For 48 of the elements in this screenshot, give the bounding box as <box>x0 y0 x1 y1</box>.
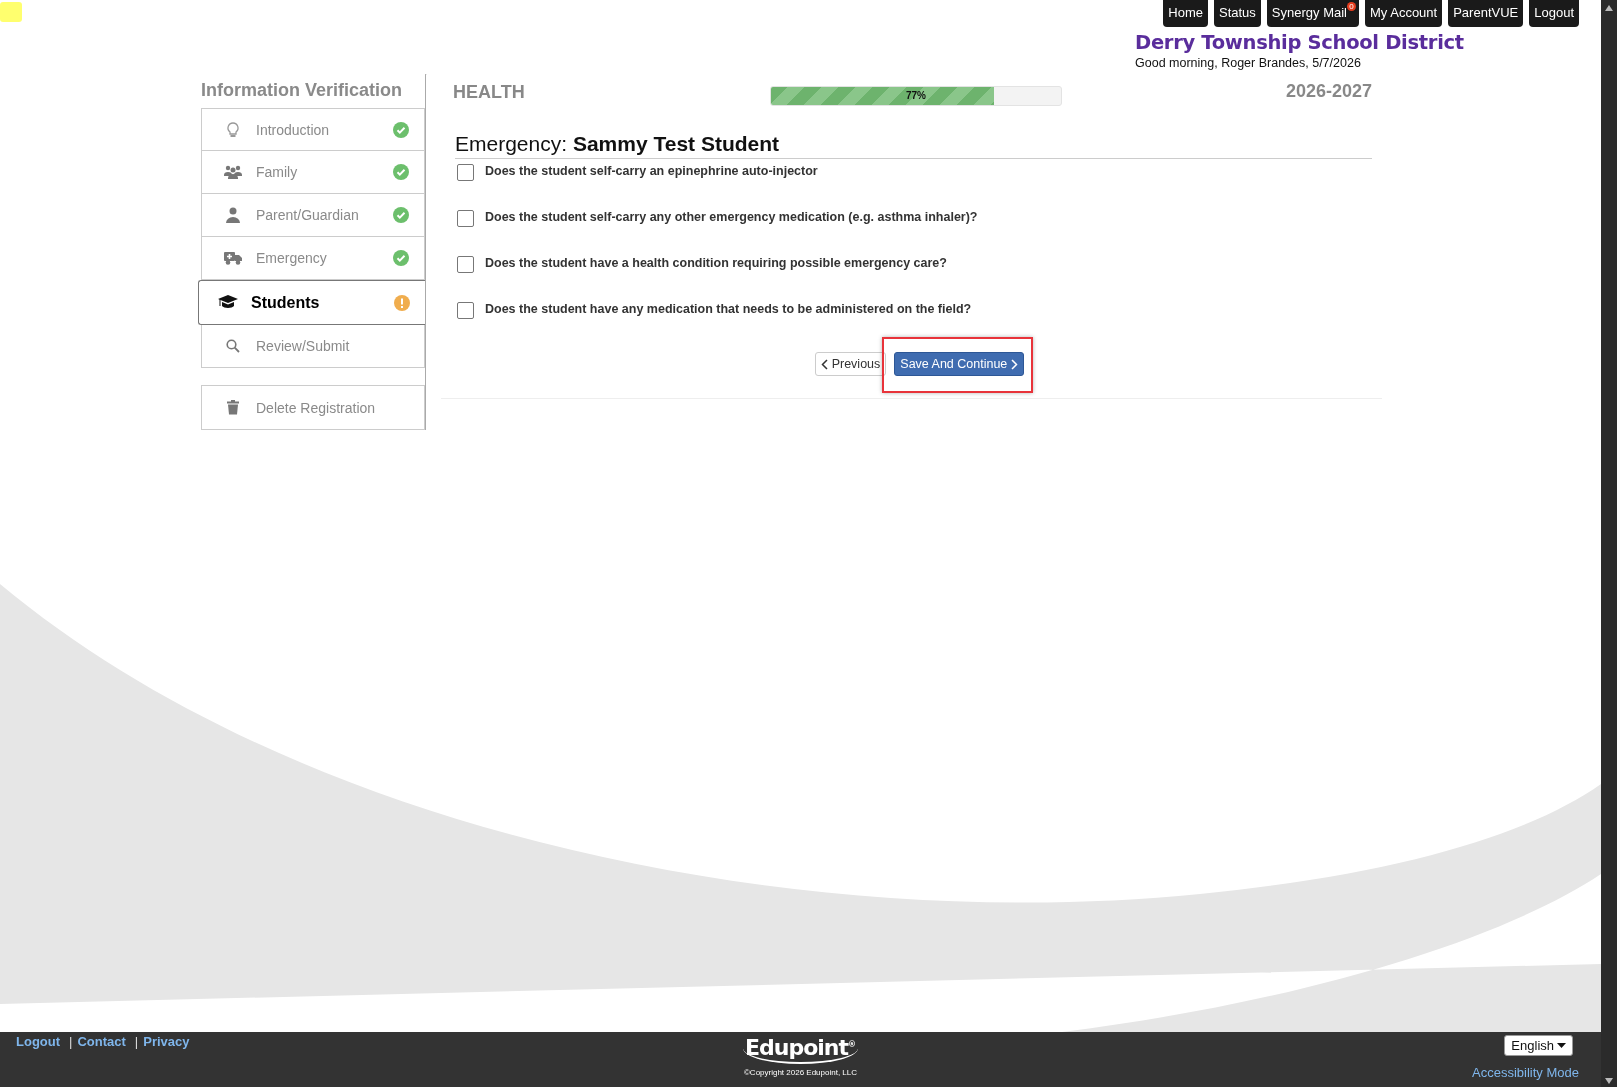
sidebar-item[interactable]: Review/Submit <box>201 325 425 368</box>
footer-link[interactable]: Contact <box>77 1034 126 1049</box>
sidebar-item[interactable]: Emergency <box>201 237 425 280</box>
greeting-text: Good morning, Roger Brandes, 5/7/2026 <box>1135 56 1362 70</box>
checkbox[interactable] <box>457 164 474 181</box>
question-label: Does the student have any medication that needs to be administered on the field? <box>485 301 972 316</box>
sidebar-item[interactable]: Parent/Guardian <box>201 194 425 237</box>
people-icon <box>222 165 244 179</box>
truck-icon <box>222 251 244 265</box>
checkbox[interactable] <box>457 302 474 319</box>
scroll-down-icon[interactable] <box>1604 1077 1614 1085</box>
sidebar-item[interactable]: Students <box>198 280 425 325</box>
chevron-left-icon <box>820 358 828 370</box>
sidebar-title: Information Verification <box>201 80 404 101</box>
progress-label: 77% <box>905 90 927 101</box>
sidebar-item[interactable]: Introduction <box>201 108 425 151</box>
nav-button[interactable]: My Account <box>1365 0 1443 27</box>
sidebar-item[interactable]: Family <box>201 151 425 194</box>
mail-count-badge: 0 <box>1347 2 1356 11</box>
section-title: HEALTH <box>453 82 526 103</box>
nav-button[interactable]: Status <box>1214 0 1261 27</box>
question-label: Does the student self-carry an epinephrine auto-injector <box>485 163 818 178</box>
graduation-cap-icon <box>217 295 239 310</box>
footer-link[interactable]: Logout <box>16 1034 61 1049</box>
previous-button[interactable]: Previous <box>814 352 887 376</box>
highlight-square <box>0 2 22 22</box>
copyright-text: ©Copyright 2026 Edupoint, LLC <box>743 1068 858 1078</box>
language-dropdown[interactable]: English <box>1504 1035 1573 1056</box>
accessibility-mode-link[interactable]: Accessibility Mode <box>1472 1065 1579 1080</box>
nav-button[interactable]: ParentVUE <box>1448 0 1524 27</box>
chevron-right-icon <box>1011 358 1019 370</box>
save-and-continue-button[interactable]: Save And Continue <box>894 352 1025 376</box>
scroll-up-icon[interactable] <box>1604 4 1614 12</box>
delete-registration-button[interactable]: Delete Registration <box>201 385 425 430</box>
edupoint-logo: Edupoint$^{®}$ <box>743 1033 858 1065</box>
checkbox[interactable] <box>457 210 474 227</box>
question-label: Does the student self-carry any other emergency medication (e.g. asthma inhaler)? <box>485 209 978 224</box>
checkbox[interactable] <box>457 256 474 273</box>
link-separator: | <box>134 1034 139 1049</box>
nav-button[interactable]: Logout <box>1529 0 1579 27</box>
nav-button[interactable]: Home <box>1163 0 1208 27</box>
form-heading: Emergency: Sammy Test Student <box>455 132 1372 159</box>
question-label: Does the student have a health condition requiring possible emergency care? <box>485 255 947 270</box>
link-separator: | <box>69 1034 73 1049</box>
district-name: Derry Township School District <box>1135 31 1464 54</box>
school-year: 2026-2027 <box>1285 81 1372 102</box>
footer-link[interactable]: Privacy <box>143 1034 190 1049</box>
caret-down-icon <box>1557 1043 1566 1048</box>
